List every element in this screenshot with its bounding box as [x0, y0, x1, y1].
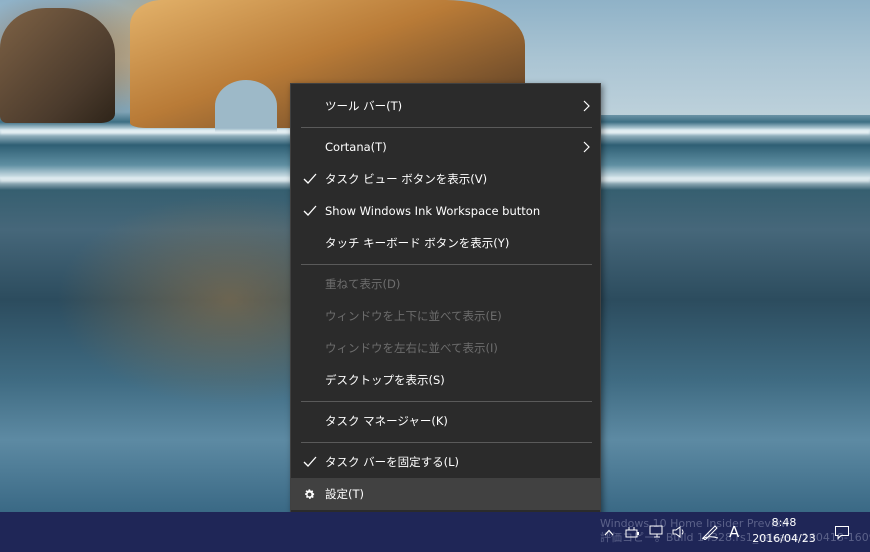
menu-separator [301, 264, 592, 265]
battery-icon[interactable] [622, 512, 644, 552]
pen-icon[interactable] [698, 512, 722, 552]
menu-separator [301, 127, 592, 128]
menu-item-lock-taskbar[interactable]: タスク バーを固定する(L) [291, 446, 600, 478]
menu-item-label: ウィンドウを左右に並べて表示(I) [325, 341, 498, 355]
menu-item-label: ウィンドウを上下に並べて表示(E) [325, 309, 502, 323]
menu-item-label: Cortana(T) [325, 140, 387, 154]
menu-item-label: 重ねて表示(D) [325, 277, 401, 291]
menu-item-settings[interactable]: 設定(T) [291, 478, 600, 510]
menu-separator [301, 442, 592, 443]
checkmark-icon [303, 195, 317, 227]
menu-item-toolbars[interactable]: ツール バー(T) [291, 90, 600, 122]
menu-item-task-view-button[interactable]: タスク ビュー ボタンを表示(V) [291, 163, 600, 195]
volume-icon[interactable] [668, 512, 690, 552]
gear-icon [303, 478, 317, 510]
network-icon[interactable] [646, 512, 668, 552]
menu-item-touch-keyboard-button[interactable]: タッチ キーボード ボタンを表示(Y) [291, 227, 600, 259]
menu-item-label: タスク マネージャー(K) [325, 414, 448, 428]
chevron-right-icon [583, 131, 590, 163]
menu-item-label: デスクトップを表示(S) [325, 373, 445, 387]
ime-mode-indicator[interactable]: A [729, 512, 739, 552]
menu-item-label: タスク ビュー ボタンを表示(V) [325, 172, 488, 186]
menu-item-cascade-windows: 重ねて表示(D) [291, 268, 600, 300]
menu-item-task-manager[interactable]: タスク マネージャー(K) [291, 405, 600, 437]
chevron-right-icon [583, 90, 590, 122]
chevron-up-icon[interactable] [600, 512, 618, 552]
menu-item-label: タスク バーを固定する(L) [325, 455, 460, 469]
menu-item-side-by-side-windows: ウィンドウを左右に並べて表示(I) [291, 332, 600, 364]
notification-icon[interactable] [830, 512, 854, 552]
wallpaper-rock-left [0, 8, 115, 123]
menu-separator [301, 401, 592, 402]
wallpaper-arch-opening [215, 80, 277, 132]
menu-item-label: 設定(T) [325, 487, 364, 501]
menu-item-ink-workspace-button[interactable]: Show Windows Ink Workspace button [291, 195, 600, 227]
taskbar-clock[interactable]: 8:48 2016/04/23 [748, 515, 820, 547]
menu-item-cortana[interactable]: Cortana(T) [291, 131, 600, 163]
checkmark-icon [303, 446, 317, 478]
menu-item-label: Show Windows Ink Workspace button [325, 204, 541, 218]
menu-item-label: タッチ キーボード ボタンを表示(Y) [325, 236, 510, 250]
clock-date: 2016/04/23 [752, 532, 816, 545]
menu-item-label: ツール バー(T) [325, 99, 403, 113]
clock-time: 8:48 [771, 516, 797, 529]
checkmark-icon [303, 163, 317, 195]
taskbar-context-menu: ツール バー(T) Cortana(T) タスク ビュー ボタンを表示(V) S… [290, 83, 601, 518]
menu-item-stack-windows: ウィンドウを上下に並べて表示(E) [291, 300, 600, 332]
menu-item-show-desktop[interactable]: デスクトップを表示(S) [291, 364, 600, 396]
